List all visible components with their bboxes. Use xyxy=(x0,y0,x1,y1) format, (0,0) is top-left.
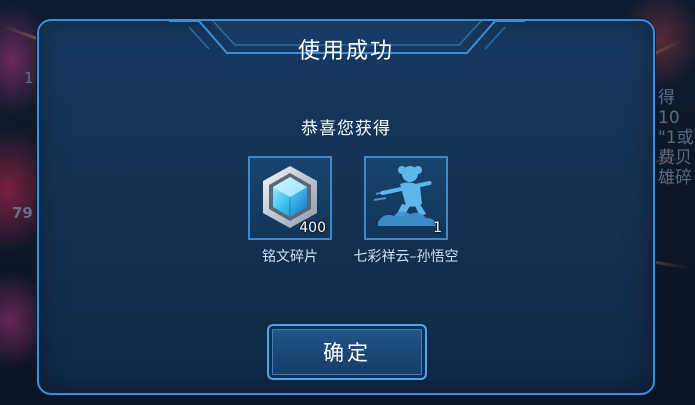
reward-item-hero-skin[interactable]: 1 七彩祥云–孙悟空 xyxy=(354,156,459,265)
reward-quantity: 400 xyxy=(299,220,326,236)
reward-icon-frame: 1 xyxy=(364,156,448,240)
background-number-79: 79 xyxy=(12,204,33,222)
reward-item-inscription-fragment[interactable]: 400 铭文碎片 xyxy=(248,156,332,265)
confirm-button[interactable]: 确定 xyxy=(267,324,427,380)
reward-name: 七彩祥云–孙悟空 xyxy=(353,249,459,265)
reward-name: 铭文碎片 xyxy=(262,249,318,265)
success-dialog: 使用成功 恭喜您获得 400 铭文碎片 1 七彩祥云–孙悟空 确定 xyxy=(37,19,655,395)
dialog-subtitle: 恭喜您获得 xyxy=(301,119,391,139)
dialog-title: 使用成功 xyxy=(297,39,394,64)
background-number-1: 1 xyxy=(24,69,34,87)
reward-quantity: 1 xyxy=(433,220,442,236)
background-text-right: 得10 "1或 费贝 雄碎 xyxy=(658,88,694,188)
reward-icon-frame: 400 xyxy=(248,156,332,240)
